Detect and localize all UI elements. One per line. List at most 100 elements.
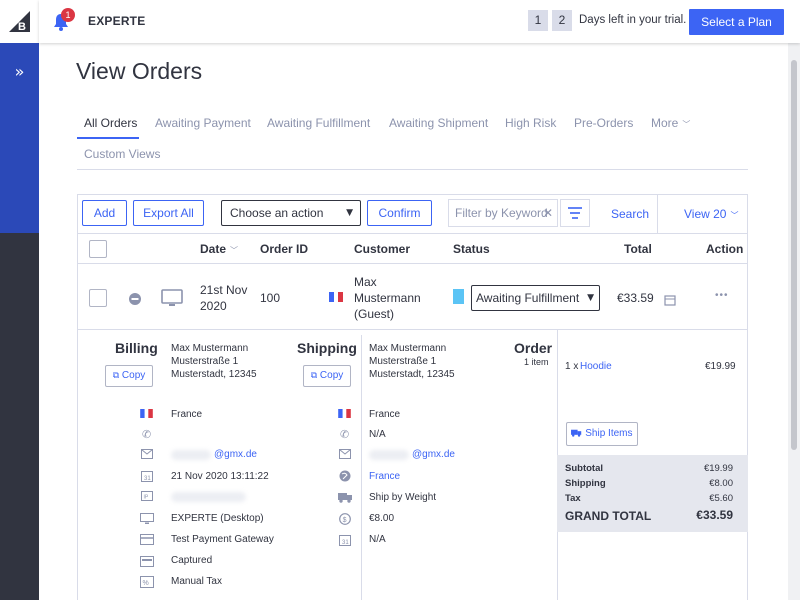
billing-device: EXPERTE (Desktop) [171, 513, 264, 524]
ship-items-label: Ship Items [585, 428, 633, 439]
column-status: Status [453, 242, 490, 256]
shipping-copy-label: Copy [319, 370, 344, 381]
desktop-icon [140, 513, 154, 524]
shipping-email[interactable]: @gmx.de [412, 449, 455, 460]
shipping-method: Ship by Weight [369, 492, 437, 503]
france-flag-icon [329, 292, 343, 302]
chevron-down-icon: ▼ [346, 208, 353, 218]
column-date[interactable]: Date ﹀ [200, 242, 238, 256]
select-all-checkbox[interactable] [89, 240, 107, 258]
svg-text:31: 31 [144, 476, 151, 482]
billing-street: Musterstraße 1 [171, 356, 239, 367]
tax-label: Tax [565, 493, 581, 504]
billing-tax: Manual Tax [171, 576, 222, 587]
ip-address-icon: IP [141, 491, 153, 501]
header-divider [77, 263, 748, 264]
shipping-country-link[interactable]: France [369, 471, 400, 482]
svg-text:%: % [143, 580, 149, 587]
sidebar-logo-area: B [0, 0, 39, 43]
page-title: View Orders [76, 58, 203, 84]
tab-all-orders[interactable]: All Orders [84, 116, 137, 130]
status-select[interactable]: Awaiting Fulfillment ▼ [471, 285, 600, 311]
subtotal-label: Subtotal [565, 463, 603, 474]
status-select-value: Awaiting Fulfillment [476, 291, 580, 305]
expand-sidebar-icon[interactable]: » [0, 62, 39, 81]
column-order-id: Order ID [260, 242, 309, 256]
shipping-label: Shipping [565, 478, 606, 489]
order-item-name[interactable]: Hoodie [580, 361, 612, 372]
trial-day-2: 2 [552, 10, 572, 31]
tab-high-risk[interactable]: High Risk [505, 116, 556, 130]
bigcommerce-logo-icon[interactable]: B [9, 11, 30, 32]
details-divider-1 [361, 335, 362, 600]
billing-copy-button[interactable]: ⧉ Copy [105, 365, 153, 387]
action-select[interactable]: Choose an action ▼ [221, 200, 361, 226]
column-customer: Customer [354, 242, 411, 256]
trial-text: Days left in your trial. [579, 14, 687, 26]
billing-name: Max Mustermann [171, 343, 249, 354]
billing-order-date: 21 Nov 2020 13:11:22 [171, 471, 269, 482]
svg-text:$: $ [343, 517, 347, 524]
france-flag-icon [338, 409, 351, 418]
truck-icon [338, 493, 352, 503]
shipping-title: Shipping [297, 340, 357, 356]
phone-icon: ✆ [340, 428, 350, 441]
tabs-divider [77, 169, 748, 170]
tax-value: €5.60 [709, 493, 733, 504]
email-icon [141, 449, 153, 459]
order-date-line1: 21st Nov [200, 283, 248, 297]
svg-text:IP: IP [144, 495, 149, 501]
order-id[interactable]: 100 [260, 291, 280, 305]
billing-email[interactable]: @gmx.de [214, 449, 257, 460]
calendar-icon: 31 [141, 471, 153, 482]
shipping-date: N/A [369, 534, 386, 545]
collapse-row-icon[interactable] [128, 292, 142, 306]
copy-icon: ⧉ [112, 371, 120, 381]
order-totals: Subtotal €19.99 Shipping €8.00 Tax €5.60… [557, 455, 748, 532]
action-select-value: Choose an action [230, 206, 324, 220]
chevron-down-icon: ▼ [587, 293, 594, 303]
clear-icon[interactable]: ✕ [543, 200, 553, 226]
select-plan-button[interactable]: Select a Plan [689, 9, 784, 35]
shipping-copy-button[interactable]: ⧉ Copy [303, 365, 351, 387]
confirm-button[interactable]: Confirm [367, 200, 432, 226]
filter-options-button[interactable] [560, 199, 590, 227]
tab-awaiting-shipment[interactable]: Awaiting Shipment [389, 116, 488, 130]
phone-icon: ✆ [142, 428, 152, 441]
tab-custom-views[interactable]: Custom Views [84, 147, 160, 161]
chevron-down-icon: ﹀ [682, 120, 691, 129]
search-button[interactable]: Search [611, 207, 649, 221]
order-date-line2: 2020 [200, 299, 227, 313]
customer-last-name: Mustermann [354, 291, 421, 305]
tab-awaiting-fulfillment[interactable]: Awaiting Fulfillment [267, 116, 370, 130]
export-all-button[interactable]: Export All [133, 200, 204, 226]
order-item-price: €19.99 [705, 361, 736, 372]
toolbar-divider [657, 195, 658, 233]
tab-pre-orders[interactable]: Pre-Orders [574, 116, 633, 130]
scrollbar-thumb[interactable] [791, 60, 797, 450]
svg-text:B: B [18, 21, 26, 32]
grand-total-value: €33.59 [696, 508, 733, 522]
row-checkbox[interactable] [89, 289, 107, 307]
more-actions-icon[interactable]: ••• [715, 290, 729, 301]
calendar-icon: 31 [339, 535, 351, 546]
shipping-country: France [369, 409, 401, 420]
shipping-city: Musterstadt, 12345 [369, 369, 455, 380]
view-count-dropdown[interactable]: View 20 ﹀ [684, 207, 738, 221]
calendar-icon[interactable] [664, 294, 676, 306]
sidebar: B » [0, 0, 39, 600]
tab-more-label: More [651, 116, 679, 130]
tab-more[interactable]: More ﹀ [651, 116, 690, 130]
ship-items-button[interactable]: Ship Items [566, 422, 638, 446]
filter-placeholder: Filter by Keyword [455, 206, 548, 220]
shipping-value: €8.00 [709, 478, 733, 489]
order-item-qty: 1 x [565, 361, 579, 372]
customer-type: (Guest) [354, 307, 395, 321]
filter-keyword-input[interactable]: Filter by Keyword ✕ [448, 199, 558, 227]
trial-day-1: 1 [528, 10, 548, 31]
tab-awaiting-payment[interactable]: Awaiting Payment [155, 116, 251, 130]
billing-payment-status: Captured [171, 555, 213, 566]
row-divider [77, 329, 748, 330]
billing-payment-gateway: Test Payment Gateway [171, 534, 274, 545]
add-button[interactable]: Add [82, 200, 127, 226]
